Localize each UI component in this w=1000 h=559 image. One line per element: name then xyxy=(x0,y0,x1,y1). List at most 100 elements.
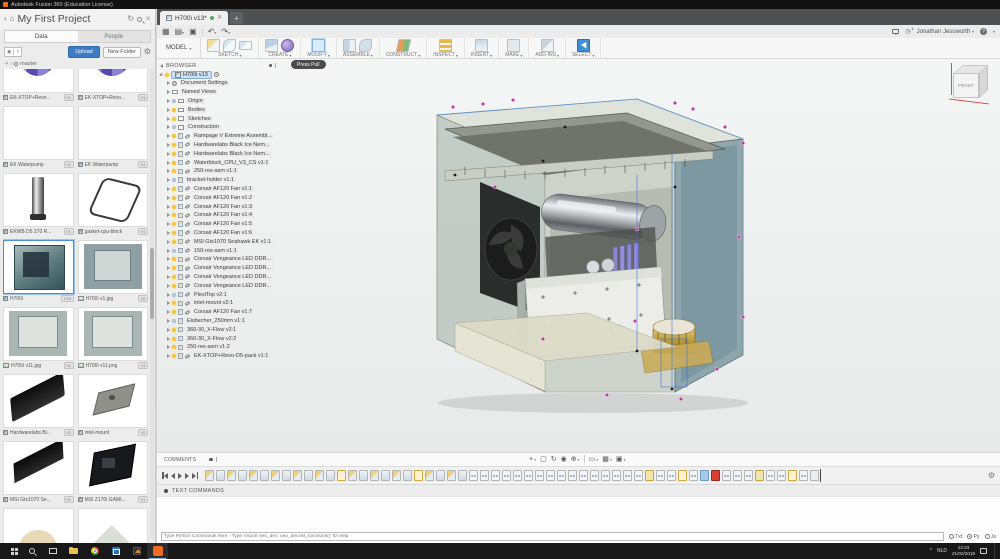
separator[interactable]: ▾ xyxy=(583,455,585,463)
item-thumbnail[interactable] xyxy=(3,69,74,93)
item-thumbnail[interactable] xyxy=(77,69,148,93)
item-thumbnail[interactable] xyxy=(77,374,148,428)
grid-layout-icon[interactable]: ▦ ▾ xyxy=(602,455,612,463)
timeline-feature-icon[interactable] xyxy=(744,470,753,481)
browser-tree-item[interactable]: 360-30_X-Flow v2:2 xyxy=(160,334,278,343)
timeline-feature-icon[interactable] xyxy=(524,470,533,481)
browser-tree-item[interactable]: Hardwarelabs Black Ice Nem... xyxy=(160,141,278,150)
visibility-bulb-icon[interactable] xyxy=(172,204,176,209)
browser-tree-item[interactable]: Corsair AF120 Fan v1:7 xyxy=(160,308,278,317)
ribbon-group-label[interactable]: ADD-INS ▾ xyxy=(535,52,559,58)
project-item[interactable]: Hardwarelabs Bl... V1 xyxy=(3,374,74,437)
visibility-bulb-icon[interactable] xyxy=(172,98,176,103)
timeline-feature-icon[interactable] xyxy=(480,470,489,481)
go-to-start-button[interactable] xyxy=(162,472,168,479)
tool-icon[interactable] xyxy=(343,39,357,52)
item-thumbnail[interactable] xyxy=(77,173,148,227)
timeline-feature-icon[interactable] xyxy=(557,470,566,481)
expand-icon[interactable] xyxy=(167,98,170,103)
timeline-feature-icon[interactable] xyxy=(612,470,621,481)
item-thumbnail[interactable] xyxy=(3,441,74,495)
version-badge[interactable]: V1 xyxy=(138,94,148,101)
tool-icon[interactable] xyxy=(312,39,326,52)
display-settings-icon[interactable]: ▭ ▾ xyxy=(589,455,599,463)
timeline-feature-icon[interactable] xyxy=(359,470,368,481)
item-thumbnail[interactable] xyxy=(3,240,74,294)
eye-icon[interactable] xyxy=(213,72,219,77)
timeline-feature-icon[interactable] xyxy=(546,470,555,481)
timeline-feature-icon[interactable] xyxy=(469,470,478,481)
item-thumbnail[interactable] xyxy=(3,173,74,227)
browser-root-row[interactable]: H700i v13 xyxy=(159,70,278,79)
visibility-bulb-icon[interactable] xyxy=(172,125,176,130)
timeline-feature-icon[interactable] xyxy=(271,470,280,481)
expand-icon[interactable] xyxy=(167,160,170,165)
version-badge[interactable]: V1 xyxy=(63,161,74,168)
tool-icon[interactable] xyxy=(576,39,590,52)
notifications-clock-icon[interactable]: ◷ 1 xyxy=(905,26,913,35)
timeline-feature-icon[interactable] xyxy=(238,470,247,481)
item-thumbnail[interactable] xyxy=(3,307,74,361)
project-item[interactable] xyxy=(3,508,74,543)
version-badge[interactable]: V1 xyxy=(63,228,74,235)
clock[interactable]: 13:33 21/02/2019 xyxy=(952,545,975,556)
photos-icon[interactable] xyxy=(126,543,147,559)
item-thumbnail[interactable] xyxy=(77,106,148,160)
timeline-feature-icon[interactable] xyxy=(337,470,346,481)
browser-tree-item[interactable]: Hardwarelabs Black Ice Nem... xyxy=(160,149,278,158)
version-badge[interactable]: V1 xyxy=(63,362,74,369)
panel-scrollbar[interactable] xyxy=(150,69,154,540)
gear-icon[interactable]: ⚙ xyxy=(144,48,151,56)
model-viewport[interactable]: Press Pull BROWSER H700i v13 Document Se… xyxy=(157,59,1000,452)
browser-tree-item[interactable]: Corsair AF120 Fan v1:4 xyxy=(160,211,278,220)
ribbon-group-label[interactable]: SELECT ▾ xyxy=(572,52,594,58)
timeline-feature-icon[interactable] xyxy=(601,470,610,481)
timeline-feature-icon[interactable] xyxy=(370,470,379,481)
visibility-bulb-icon[interactable] xyxy=(165,72,169,77)
timeline-feature-icon[interactable] xyxy=(689,470,698,481)
version-badge[interactable]: V1 xyxy=(63,429,74,436)
timeline-feature-icon[interactable] xyxy=(216,470,225,481)
project-item[interactable]: MSI Gtx1070 Se... V1 xyxy=(3,441,74,504)
browser-tree-item[interactable]: Corsair Vengeance LED DDR... xyxy=(160,281,278,290)
start-icon[interactable] xyxy=(0,543,21,559)
visibility-bulb-icon[interactable] xyxy=(172,222,176,227)
timeline-feature-icon[interactable] xyxy=(403,470,412,481)
browser-tree-item[interactable]: Eisbecher_250mm v1:1 xyxy=(160,317,278,326)
timeline-feature-icon[interactable] xyxy=(293,470,302,481)
tool-icon[interactable] xyxy=(540,39,554,52)
ribbon-group-label[interactable]: INSPECT ▾ xyxy=(433,52,458,58)
item-thumbnail[interactable] xyxy=(77,307,148,361)
expand-icon[interactable] xyxy=(167,336,170,341)
tool-icon[interactable] xyxy=(207,39,221,52)
timeline-feature-icon[interactable] xyxy=(282,470,291,481)
timeline-feature-icon[interactable] xyxy=(260,470,269,481)
task-view-icon[interactable] xyxy=(42,543,63,559)
timeline-feature-icon[interactable] xyxy=(777,470,786,481)
collapse-browser-icon[interactable] xyxy=(160,63,163,68)
item-thumbnail[interactable] xyxy=(77,441,148,495)
timeline-feature-icon[interactable] xyxy=(590,470,599,481)
visibility-bulb-icon[interactable] xyxy=(172,186,176,191)
expand-icon[interactable] xyxy=(167,318,170,323)
timeline-feature-icon[interactable] xyxy=(678,470,687,481)
ribbon-group-label[interactable]: MAKE ▾ xyxy=(505,52,522,58)
ribbon-group-label[interactable]: CREATE ▾ xyxy=(268,52,291,58)
tool-icon[interactable] xyxy=(239,41,253,50)
version-badge[interactable]: V1 xyxy=(138,496,148,503)
ribbon-group-label[interactable]: ASSEMBLE ▾ xyxy=(343,52,373,58)
timeline-feature-icon[interactable] xyxy=(634,470,643,481)
comments-grip[interactable] xyxy=(215,457,217,462)
timeline-feature-icon[interactable] xyxy=(568,470,577,481)
item-thumbnail[interactable] xyxy=(77,240,148,294)
expand-icon[interactable] xyxy=(167,204,170,209)
visibility-bulb-icon[interactable] xyxy=(172,266,176,271)
pan-icon[interactable]: + ▾ xyxy=(529,456,536,463)
save-icon[interactable]: ▣ xyxy=(189,27,197,36)
zoom-icon[interactable]: ⊕ ▾ xyxy=(571,455,580,463)
timeline-feature-icon[interactable] xyxy=(722,470,731,481)
viewports-icon[interactable]: ▣ ▾ xyxy=(616,455,626,463)
visibility-bulb-icon[interactable] xyxy=(172,239,176,244)
browser-tree-item[interactable]: Rampage V Extreme Assembl... xyxy=(160,132,278,141)
timeline-feature-icon[interactable] xyxy=(425,470,434,481)
